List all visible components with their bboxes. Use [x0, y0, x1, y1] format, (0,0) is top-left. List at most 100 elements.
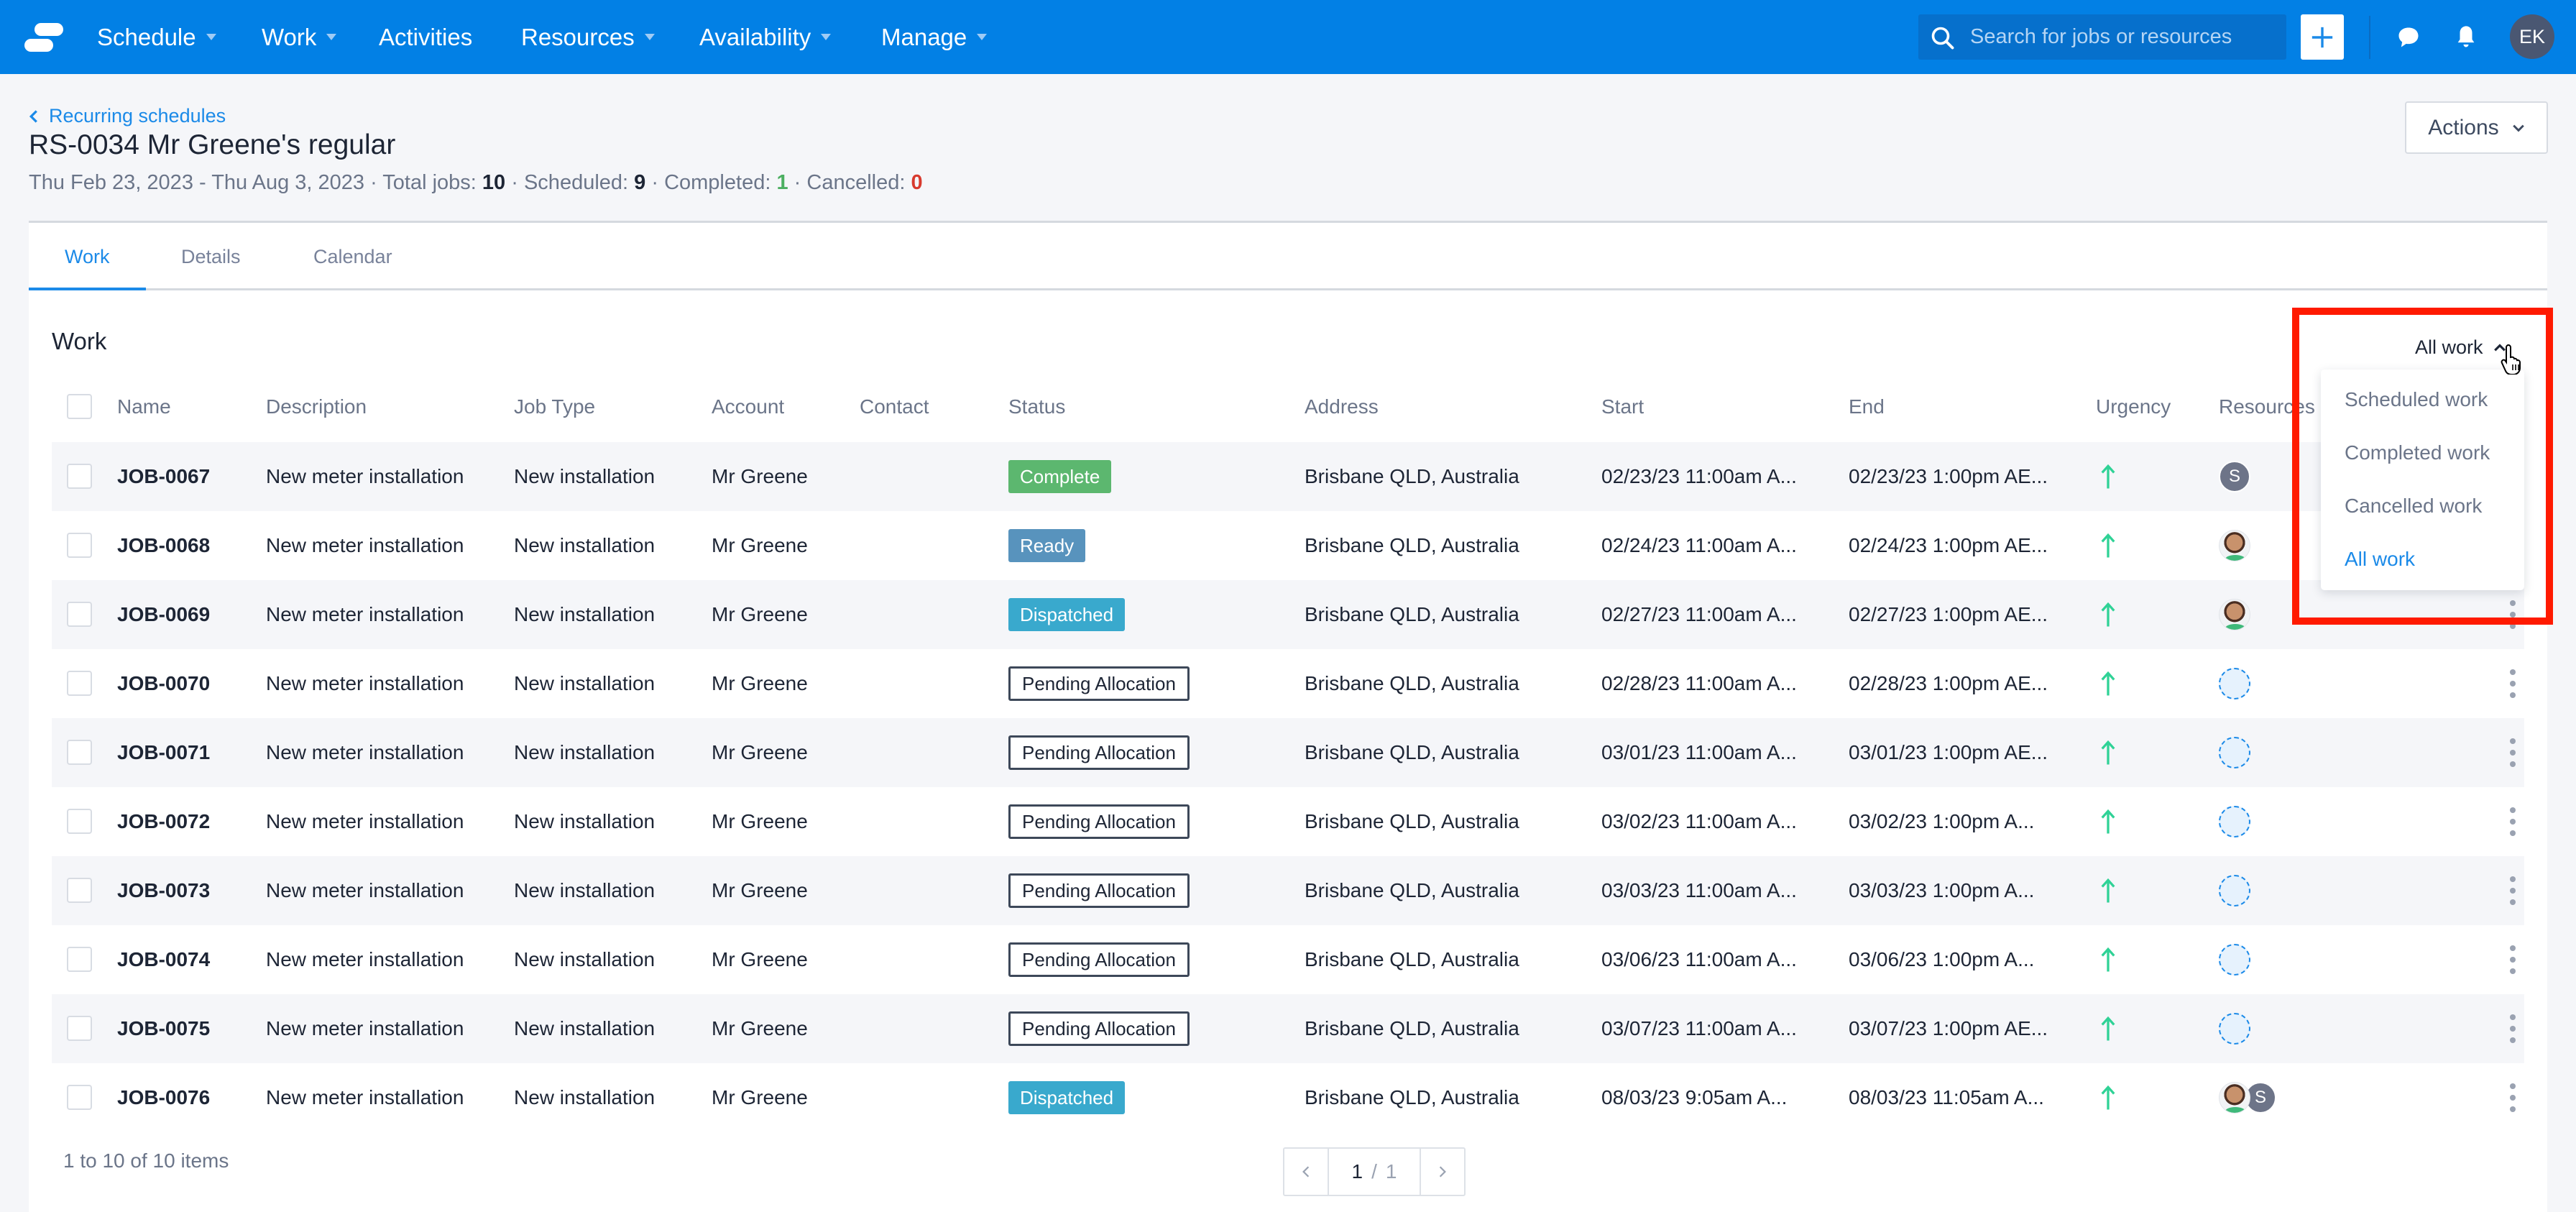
column-header-start[interactable]: Start	[1601, 395, 1644, 418]
row-checkbox[interactable]	[67, 602, 92, 627]
row-checkbox[interactable]	[67, 809, 92, 834]
status-badge: Dispatched	[1008, 598, 1126, 631]
resource-avatar[interactable]	[2219, 599, 2250, 630]
row-more-options-icon[interactable]	[2506, 1083, 2520, 1112]
cell-name[interactable]: JOB-0070	[117, 649, 210, 718]
scheduled-label: Scheduled:	[523, 171, 629, 194]
tab-details[interactable]: Details	[181, 223, 241, 290]
table-row[interactable]: JOB-0073 New meter installation New instal…	[52, 856, 2524, 925]
breadcrumb-back-link[interactable]: Recurring schedules	[29, 105, 226, 127]
nav-item-resources[interactable]: Resources	[521, 0, 655, 74]
actions-button[interactable]: Actions	[2405, 101, 2548, 154]
row-more-options-icon[interactable]	[2506, 1014, 2520, 1043]
add-button[interactable]	[2301, 14, 2344, 60]
column-header-description[interactable]: Description	[266, 395, 367, 418]
nav-item-activities[interactable]: Activities	[379, 0, 472, 74]
nav-item-availability[interactable]: Availability	[699, 0, 832, 74]
tab-calendar[interactable]: Calendar	[313, 223, 392, 290]
row-checkbox[interactable]	[67, 740, 92, 765]
cell-start: 03/07/23 11:00am A...	[1601, 1017, 1797, 1039]
cell-name[interactable]: JOB-0068	[117, 511, 210, 580]
app-logo-icon[interactable]	[24, 22, 65, 53]
column-header-contact[interactable]: Contact	[860, 395, 929, 418]
urgency-up-arrow-icon	[2101, 809, 2115, 834]
work-filter-dropdown[interactable]: All work	[2415, 336, 2506, 359]
filter-option-scheduled-work[interactable]: Scheduled work	[2345, 388, 2488, 411]
cell-status: Pending Allocation	[1008, 787, 1190, 856]
row-checkbox[interactable]	[67, 671, 92, 696]
row-checkbox[interactable]	[67, 533, 92, 558]
column-header-status[interactable]: Status	[1008, 395, 1065, 418]
table-row[interactable]: JOB-0068 New meter installation New instal…	[52, 511, 2524, 580]
work-card: Work Details Calendar Work All work Name…	[29, 221, 2547, 1212]
unassigned-resource-placeholder[interactable]	[2219, 737, 2250, 768]
table-row[interactable]: JOB-0071 New meter installation New instal…	[52, 718, 2524, 787]
select-all-checkbox[interactable]	[67, 394, 92, 419]
resource-avatar[interactable]: S	[2219, 461, 2250, 492]
cell-name[interactable]: JOB-0069	[117, 580, 210, 649]
row-checkbox[interactable]	[67, 1085, 92, 1110]
prev-page-button[interactable]	[1284, 1149, 1328, 1195]
next-page-button[interactable]	[1421, 1149, 1464, 1195]
user-avatar[interactable]: EK	[2510, 14, 2554, 59]
cell-status: Pending Allocation	[1008, 856, 1190, 925]
resource-initial: S	[2254, 1088, 2266, 1107]
column-header-account[interactable]: Account	[712, 395, 784, 418]
row-more-options-icon[interactable]	[2506, 669, 2520, 698]
unassigned-resource-placeholder[interactable]	[2219, 668, 2250, 699]
table-row[interactable]: JOB-0067 New meter installation New instal…	[52, 442, 2524, 511]
row-checkbox[interactable]	[67, 878, 92, 903]
notifications-button[interactable]	[2450, 22, 2482, 53]
chat-button[interactable]	[2393, 22, 2424, 53]
filter-option-completed-work[interactable]: Completed work	[2345, 441, 2490, 464]
table-row[interactable]: JOB-0075 New meter installation New instal…	[52, 994, 2524, 1063]
unassigned-resource-placeholder[interactable]	[2219, 806, 2250, 837]
row-more-options-icon[interactable]	[2506, 945, 2520, 974]
actions-label: Actions	[2428, 115, 2499, 139]
table-row[interactable]: JOB-0069 New meter installation New instal…	[52, 580, 2524, 649]
column-header-end[interactable]: End	[1849, 395, 1885, 418]
current-page[interactable]: 1	[1352, 1160, 1363, 1183]
row-more-options-icon[interactable]	[2506, 876, 2520, 905]
cell-name[interactable]: JOB-0072	[117, 787, 210, 856]
search-input[interactable]	[1970, 14, 2279, 60]
row-checkbox[interactable]	[67, 1016, 92, 1041]
resource-avatar[interactable]	[2219, 1082, 2250, 1114]
cell-name[interactable]: JOB-0074	[117, 925, 210, 994]
cell-end: 03/07/23 1:00pm AE...	[1849, 1017, 2048, 1039]
row-more-options-icon[interactable]	[2506, 738, 2520, 767]
cell-name[interactable]: JOB-0067	[117, 442, 210, 511]
table-row[interactable]: JOB-0074 New meter installation New instal…	[52, 925, 2524, 994]
table-row[interactable]: JOB-0070 New meter installation New instal…	[52, 649, 2524, 718]
unassigned-resource-placeholder[interactable]	[2219, 875, 2250, 906]
column-header-urgency[interactable]: Urgency	[2096, 395, 2171, 418]
date-range: Thu Feb 23, 2023 - Thu Aug 3, 2023	[29, 171, 365, 194]
unassigned-resource-placeholder[interactable]	[2219, 944, 2250, 975]
cell-account: Mr Greene	[712, 741, 808, 763]
column-header-name[interactable]: Name	[117, 395, 171, 418]
table-row[interactable]: JOB-0076 New meter installation New instal…	[52, 1063, 2524, 1132]
row-checkbox[interactable]	[67, 464, 92, 489]
filter-option-cancelled-work[interactable]: Cancelled work	[2345, 495, 2482, 518]
column-header-address[interactable]: Address	[1305, 395, 1379, 418]
row-checkbox[interactable]	[67, 947, 92, 972]
unassigned-resource-placeholder[interactable]	[2219, 1013, 2250, 1045]
resource-avatar[interactable]	[2219, 530, 2250, 561]
nav-item-work[interactable]: Work	[262, 0, 337, 74]
cell-start: 03/01/23 11:00am A...	[1601, 741, 1797, 763]
filter-option-all-work[interactable]: All work	[2345, 548, 2415, 571]
cell-start: 02/28/23 11:00am A...	[1601, 672, 1797, 694]
cell-name[interactable]: JOB-0073	[117, 856, 210, 925]
nav-item-schedule[interactable]: Schedule	[97, 0, 216, 74]
row-more-options-icon[interactable]	[2506, 600, 2520, 629]
cell-name[interactable]: JOB-0071	[117, 718, 210, 787]
cell-address: Brisbane QLD, Australia	[1305, 603, 1519, 625]
column-header-resources[interactable]: Resources	[2219, 395, 2315, 418]
table-row[interactable]: JOB-0072 New meter installation New instal…	[52, 787, 2524, 856]
row-more-options-icon[interactable]	[2506, 807, 2520, 836]
column-header-job-type[interactable]: Job Type	[514, 395, 595, 418]
cell-name[interactable]: JOB-0075	[117, 994, 210, 1063]
nav-item-manage[interactable]: Manage	[881, 0, 988, 74]
tab-work[interactable]: Work	[65, 223, 110, 290]
cell-name[interactable]: JOB-0076	[117, 1063, 210, 1132]
